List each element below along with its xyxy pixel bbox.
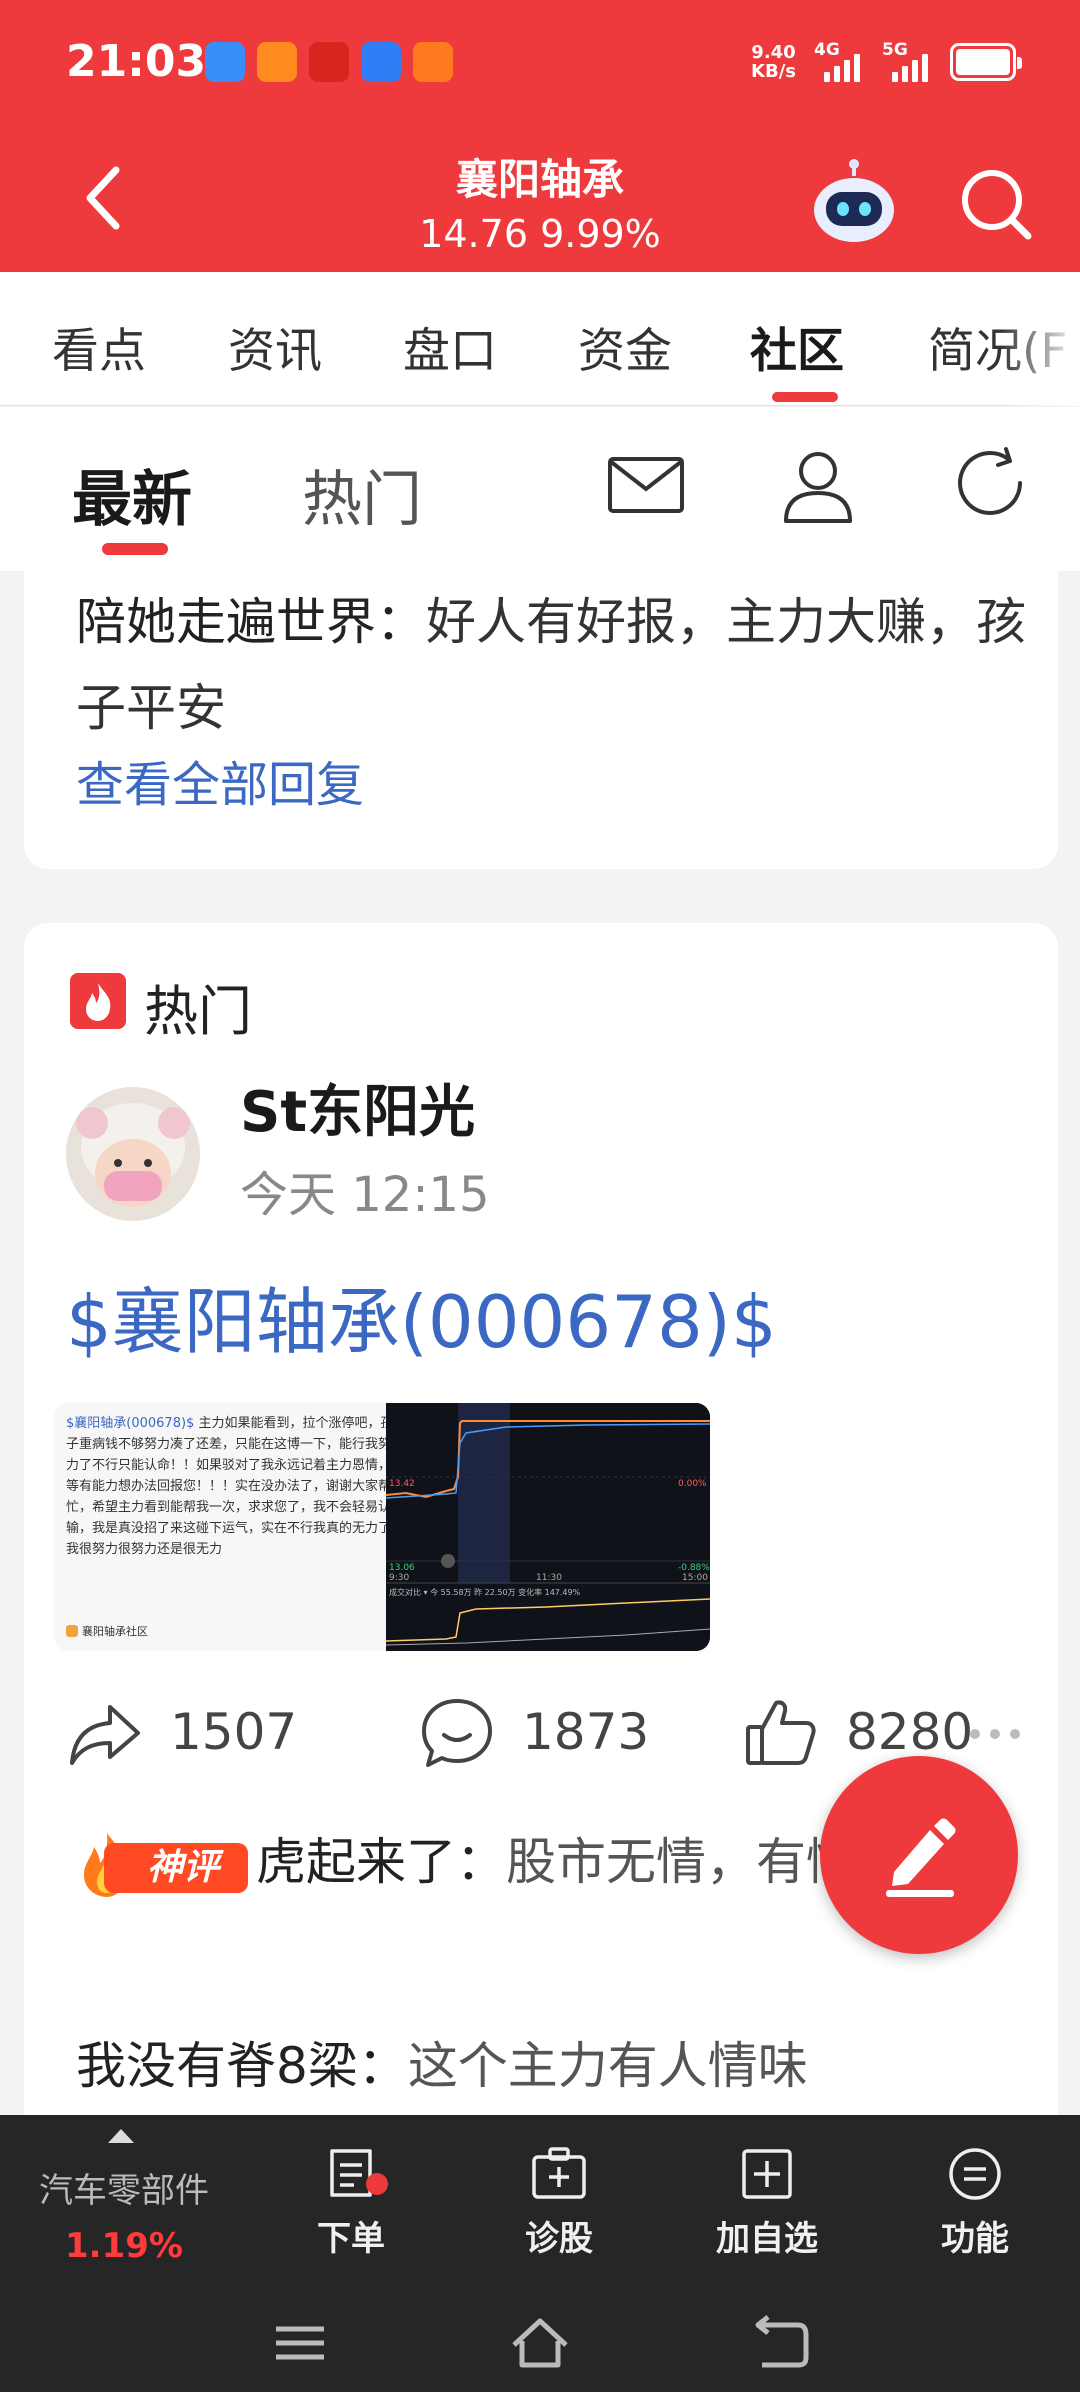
system-navigation-bar	[0, 2293, 1080, 2392]
order-button[interactable]: 下单	[276, 2145, 426, 2260]
signal-5g-icon: 5G	[882, 40, 932, 84]
app-notification-icon	[257, 42, 297, 82]
active-subtab-indicator	[102, 543, 168, 555]
user-profile-icon[interactable]	[776, 443, 860, 527]
svg-text:成交对比 ▾ 今 55.58万 昨 22.50万 变化率: 成交对比 ▾ 今 55.58万 昨 22.50万 变化率 147.49%	[389, 1587, 581, 1597]
post-image-text[interactable]: $襄阳轴承(000678)$ 主力如果能看到，拉个涨停吧，孩子重病钱不够努力凑了…	[54, 1403, 406, 1651]
comment-item[interactable]: 我没有脊8梁：这个主力有人情味	[76, 2023, 1036, 2109]
author-name[interactable]: St东阳光	[240, 1067, 475, 1148]
svg-text:9:30: 9:30	[389, 1573, 409, 1583]
tab-highlights[interactable]: 看点	[52, 312, 146, 381]
signal-4g-icon: 4G	[814, 40, 864, 84]
home-icon[interactable]	[508, 2311, 572, 2375]
bottom-dock: 汽车零部件 1.19% 下单 诊股 加自选 功能	[0, 2115, 1080, 2392]
diagnose-icon	[532, 2147, 586, 2199]
app-notification-icon	[361, 42, 401, 82]
diagnose-button[interactable]: 诊股	[484, 2145, 634, 2260]
battery-icon	[950, 43, 1022, 81]
subtab-latest[interactable]: 最新	[72, 451, 192, 538]
flame-icon	[70, 973, 126, 1029]
stock-title: 襄阳轴承	[455, 155, 624, 204]
svg-text:0.00%: 0.00%	[678, 1479, 707, 1489]
post-time: 今天 12:15	[240, 1167, 490, 1223]
caret-up-icon[interactable]	[108, 2129, 134, 2143]
functions-button[interactable]: 功能	[900, 2145, 1050, 2260]
more-options-icon[interactable]	[970, 1729, 1020, 1739]
back-icon[interactable]	[748, 2311, 812, 2375]
active-tab-indicator	[772, 392, 838, 402]
see-all-replies-link[interactable]: 查看全部回复	[76, 745, 364, 815]
tab-quote-board[interactable]: 盘口	[403, 312, 497, 381]
thumbs-up-icon	[746, 1700, 816, 1765]
tab-capital[interactable]: 资金	[578, 312, 672, 381]
svg-text:-0.88%: -0.88%	[678, 1563, 710, 1573]
hot-label: 热门	[144, 980, 252, 1043]
top-tabs: 看点 资讯 盘口 资金 社区 简况(F	[0, 272, 1080, 406]
mail-icon[interactable]	[604, 443, 688, 527]
svg-text:11:30: 11:30	[536, 1573, 562, 1583]
share-button[interactable]: 1507	[66, 1693, 297, 1771]
subtab-hot[interactable]: 热门	[302, 451, 422, 538]
community-subtabs: 最新 热门	[0, 407, 1080, 571]
svg-text:15:00: 15:00	[682, 1573, 708, 1583]
add-to-watchlist-button[interactable]: 加自选	[692, 2145, 842, 2260]
post-card-previous: 陪她走遍世界：好人有好报，主力大赚，孩子平安 查看全部回复	[24, 571, 1058, 869]
search-icon[interactable]	[958, 166, 1034, 242]
compose-post-button[interactable]	[820, 1756, 1018, 1954]
add-square-icon	[742, 2149, 792, 2199]
notification-dot	[366, 2173, 388, 2195]
tab-community[interactable]: 社区	[750, 312, 844, 381]
refresh-icon[interactable]	[950, 443, 1034, 527]
comment-button[interactable]: 1873	[418, 1693, 649, 1771]
status-app-icons	[205, 42, 453, 82]
reply-item: 陪她走遍世界：好人有好报，主力大赚，孩子平安	[76, 593, 1026, 737]
stock-tag-link[interactable]: $襄阳轴承(000678)$	[66, 1263, 777, 1368]
svg-text:13.06: 13.06	[389, 1563, 415, 1573]
comment-icon	[422, 1699, 492, 1767]
network-speed: 9.40 KB/s	[751, 42, 796, 82]
avatar[interactable]	[66, 1087, 200, 1221]
status-indicators: 9.40 KB/s 4G 5G	[751, 40, 1022, 84]
share-icon	[70, 1705, 140, 1765]
stock-quote: 14.76 9.99%	[419, 212, 661, 256]
pencil-icon	[886, 1818, 956, 1897]
app-notification-icon	[309, 42, 349, 82]
tab-news[interactable]: 资讯	[228, 312, 322, 381]
header-bar: 21:03 9.40 KB/s 4G 5G 襄阳轴承 14.76 9.99%	[0, 0, 1080, 272]
status-time: 21:03	[66, 36, 207, 87]
sector-indicator[interactable]: 汽车零部件 1.19%	[28, 2163, 220, 2266]
recent-apps-icon[interactable]	[268, 2311, 332, 2375]
post-image-chart[interactable]: 13.42 0.00% 13.06 -0.88% 9:30 11:30 15:0…	[386, 1403, 710, 1651]
robot-assistant-icon[interactable]	[808, 158, 900, 246]
app-notification-icon	[413, 42, 453, 82]
app-notification-icon	[205, 42, 245, 82]
divine-comment-badge: 神评	[76, 1832, 250, 1897]
menu-circle-icon	[949, 2148, 1001, 2200]
svg-text:13.42: 13.42	[389, 1479, 415, 1489]
